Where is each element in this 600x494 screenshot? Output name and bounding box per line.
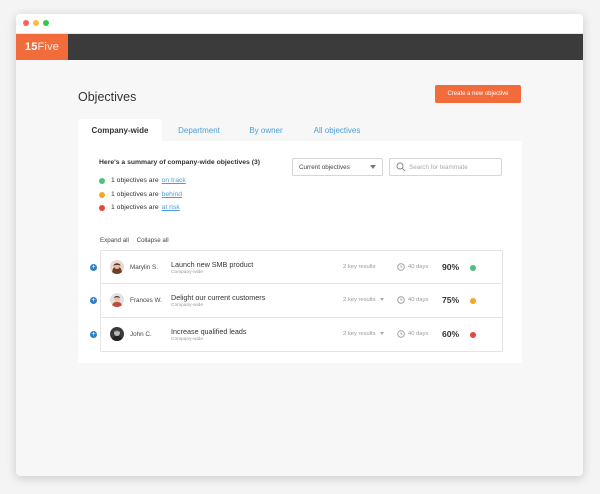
key-results-label: 2 key results: [343, 297, 376, 303]
objectives-filter-select[interactable]: Current objectives: [292, 158, 383, 176]
create-objective-button[interactable]: Create a new objective: [435, 85, 521, 103]
objective-row[interactable]: + Marylin S. Launch new SMB product Comp…: [90, 250, 503, 284]
clock-icon: [397, 330, 405, 338]
summary-title: Here's a summary of company-wide objecti…: [99, 159, 261, 166]
search-icon: [396, 162, 406, 172]
days-remaining: 40 days: [408, 264, 429, 270]
status-prefix: 1 objectives are: [111, 204, 159, 211]
expand-collapse-controls: Expand all Collapse all: [100, 237, 175, 244]
avatar-man-dark-icon: [110, 327, 124, 341]
expand-all-link[interactable]: Expand all: [100, 237, 129, 244]
status-prefix: 1 objectives are: [111, 191, 159, 198]
objective-row[interactable]: + Frances W. Delight our current custome…: [90, 284, 503, 318]
key-results-label: 2 key results: [343, 331, 376, 337]
behind-link[interactable]: behind: [162, 191, 182, 198]
objective-scope: Company-wide: [171, 270, 203, 275]
chevron-down-icon: [379, 331, 384, 335]
title-bar: [16, 14, 583, 34]
status-behind: 1 objectives are behind: [99, 191, 182, 198]
objective-row[interactable]: + John C. Increase qualified leads Compa…: [90, 318, 503, 352]
teammate-search[interactable]: [389, 158, 502, 176]
expand-row-icon[interactable]: +: [90, 331, 97, 338]
app-header: 15 Five: [16, 34, 583, 60]
days-remaining: 40 days: [408, 331, 429, 337]
tab-department[interactable]: Department: [164, 119, 234, 141]
objective-title[interactable]: Delight our current customers: [171, 293, 265, 302]
status-at-risk: 1 objectives are at risk: [99, 204, 180, 211]
days-remaining: 40 days: [408, 297, 429, 303]
tab-company-wide[interactable]: Company-wide: [78, 119, 162, 141]
tab-all-objectives[interactable]: All objectives: [300, 119, 374, 141]
objective-scope: Company-wide: [171, 303, 203, 308]
status-dot-icon: [470, 332, 476, 338]
owner-name: Marylin S.: [130, 264, 158, 271]
at-risk-link[interactable]: at risk: [162, 204, 180, 211]
avatar-woman-icon: [110, 260, 124, 274]
key-results-count[interactable]: 2 key results: [343, 297, 384, 303]
objectives-card: Here's a summary of company-wide objecti…: [78, 141, 522, 363]
on-track-link[interactable]: on track: [162, 177, 186, 184]
logo-number: 15: [24, 41, 38, 53]
clock-icon: [397, 263, 405, 271]
filter-selected-value: Current objectives: [299, 163, 350, 171]
chevron-down-icon: [370, 165, 376, 169]
objective-title[interactable]: Increase qualified leads: [171, 327, 247, 336]
status-on-track: 1 objectives are on track: [99, 177, 186, 184]
collapse-all-link[interactable]: Collapse all: [137, 237, 169, 244]
status-dot-icon: [99, 177, 105, 184]
key-results-count[interactable]: 2 key results: [343, 331, 384, 337]
owner-name: John C.: [130, 331, 152, 338]
avatar-man-icon: [110, 293, 124, 307]
logo[interactable]: 15 Five: [16, 34, 68, 60]
status-dot-icon: [470, 298, 476, 304]
objective-scope: Company-wide: [171, 337, 203, 342]
status-prefix: 1 objectives are: [111, 177, 159, 184]
search-input[interactable]: [409, 163, 499, 171]
objective-title[interactable]: Launch new SMB product: [171, 260, 253, 269]
maximize-window-icon[interactable]: [43, 20, 49, 26]
status-dot-icon: [99, 191, 105, 198]
browser-window: 15 Five Objectives Create a new objective…: [16, 14, 583, 476]
progress-percent: 60%: [442, 329, 460, 339]
page-title: Objectives: [78, 90, 137, 104]
expand-row-icon[interactable]: +: [90, 297, 97, 304]
chevron-down-icon: [379, 297, 384, 301]
progress-percent: 90%: [442, 262, 460, 272]
close-window-icon[interactable]: [23, 20, 29, 26]
status-dot-icon: [470, 265, 476, 271]
tab-bar: Company-wide Department By owner All obj…: [78, 119, 522, 141]
logo-text: Five: [37, 41, 60, 53]
key-results-count[interactable]: 2 key results: [343, 264, 376, 270]
minimize-window-icon[interactable]: [33, 20, 39, 26]
expand-row-icon[interactable]: +: [90, 264, 97, 271]
clock-icon: [397, 296, 405, 304]
owner-name: Frances W.: [130, 297, 162, 304]
progress-percent: 75%: [442, 295, 460, 305]
status-dot-icon: [99, 204, 105, 211]
tab-by-owner[interactable]: By owner: [238, 119, 294, 141]
